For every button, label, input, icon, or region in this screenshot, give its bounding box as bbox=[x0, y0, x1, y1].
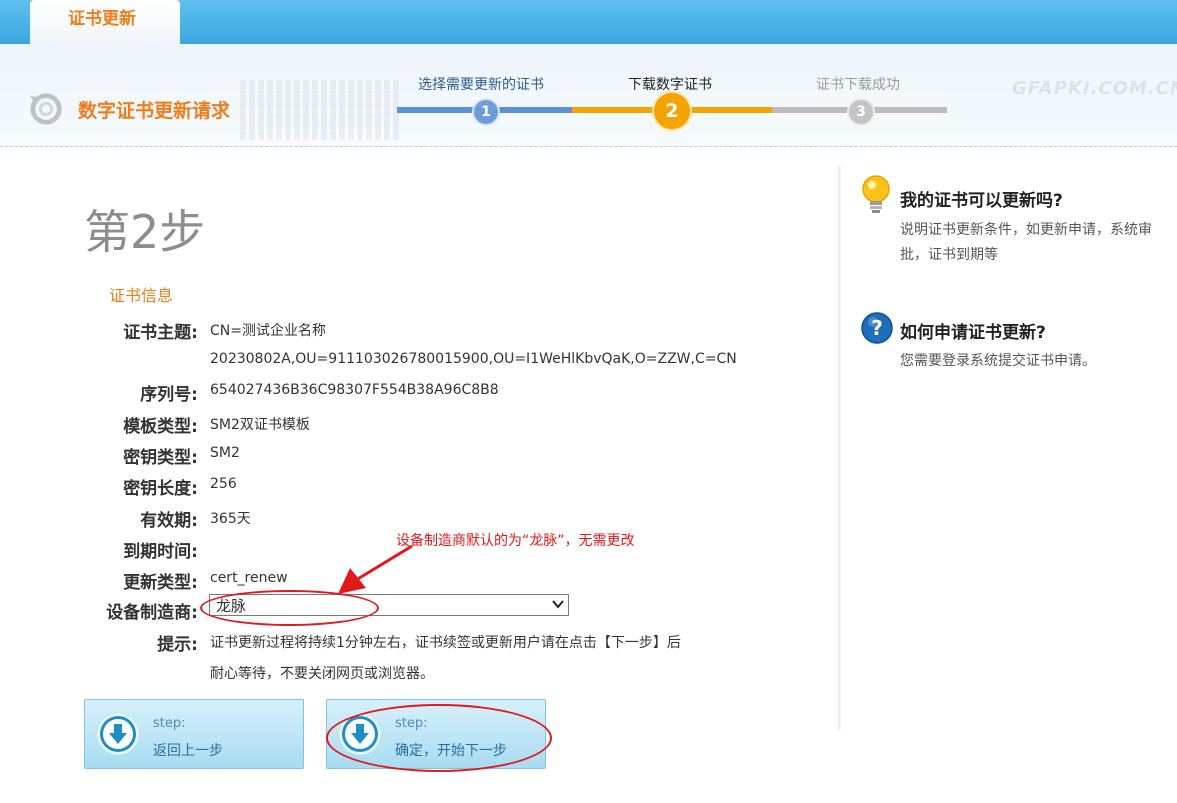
field-value-renew-type: cert_renew bbox=[210, 570, 288, 586]
field-label-expiry: 到期时间: bbox=[123, 542, 198, 562]
tip-line-1: 证书更新过程将持续1分钟左右，证书续签或更新用户请在点击【下一步】后 bbox=[210, 635, 681, 651]
step-1-circle: 1 bbox=[472, 98, 500, 126]
tab-cert-renew[interactable]: 证书更新 bbox=[30, 0, 180, 44]
annotation-ellipse-next bbox=[326, 704, 552, 772]
field-label-renew-type: 更新类型: bbox=[123, 573, 198, 593]
step-2-circle: 2 bbox=[652, 91, 692, 131]
download-arrow-icon bbox=[97, 713, 139, 755]
sidebar-divider bbox=[838, 165, 842, 730]
svg-text:?: ? bbox=[871, 316, 883, 340]
tip-line-2: 耐心等待，不要关闭网页或浏览器。 bbox=[210, 666, 434, 682]
field-value-validity: 365天 bbox=[210, 511, 251, 527]
field-value-template: SM2双证书模板 bbox=[210, 417, 310, 433]
step-1-label: 选择需要更新的证书 bbox=[418, 77, 544, 93]
field-value-subject-cont: 20230802A,OU=911103026780015900,OU=I1WeH… bbox=[210, 351, 737, 367]
field-label-subject: 证书主题: bbox=[123, 323, 198, 343]
field-label-validity: 有效期: bbox=[140, 511, 198, 531]
step-3-circle: 3 bbox=[847, 98, 875, 126]
back-button[interactable]: step: 返回上一步 bbox=[84, 699, 304, 769]
field-value-subject: CN=测试企业名称 bbox=[210, 323, 326, 339]
field-label-key-type: 密钥类型: bbox=[123, 448, 198, 468]
field-value-key-length: 256 bbox=[210, 476, 237, 492]
chevron-down-icon bbox=[552, 595, 564, 617]
page-title: 数字证书更新请求 bbox=[78, 100, 231, 122]
section-label: 证书信息 bbox=[109, 286, 174, 305]
faq-1-body: 说明证书更新条件，如更新申请，系统审批，证书到期等 bbox=[900, 222, 1152, 263]
refresh-logo-icon bbox=[30, 93, 62, 125]
watermark-text: GFAPKI.COM.CN bbox=[1012, 78, 1177, 99]
back-button-step: step: bbox=[153, 716, 186, 731]
field-label-serial: 序列号: bbox=[140, 385, 198, 405]
field-label-template: 模板类型: bbox=[123, 417, 198, 437]
annotation-arrow-icon bbox=[338, 544, 413, 594]
step-3-label: 证书下载成功 bbox=[816, 77, 900, 93]
field-label-tip: 提示: bbox=[157, 635, 198, 655]
annotation-ellipse-select bbox=[200, 590, 379, 626]
field-value-serial: 654027436B36C98307F554B38A96C8B8 bbox=[210, 382, 499, 398]
back-button-label: 返回上一步 bbox=[153, 743, 223, 759]
field-label-manufacturer: 设备制造商: bbox=[106, 603, 198, 623]
faq-1-title: 我的证书可以更新吗? bbox=[900, 191, 1063, 211]
field-value-key-type: SM2 bbox=[210, 445, 240, 461]
annotation-text: 设备制造商默认的为“龙脉”，无需更改 bbox=[396, 533, 635, 549]
step-heading: 第2步 bbox=[84, 205, 206, 259]
header-decoration bbox=[240, 80, 400, 140]
field-label-key-length: 密钥长度: bbox=[123, 479, 198, 499]
lightbulb-icon bbox=[862, 175, 890, 213]
question-icon: ? bbox=[861, 312, 893, 344]
faq-2-body: 您需要登录系统提交证书申请。 bbox=[900, 353, 1096, 369]
faq-2-title: 如何申请证书更新? bbox=[900, 323, 1046, 343]
